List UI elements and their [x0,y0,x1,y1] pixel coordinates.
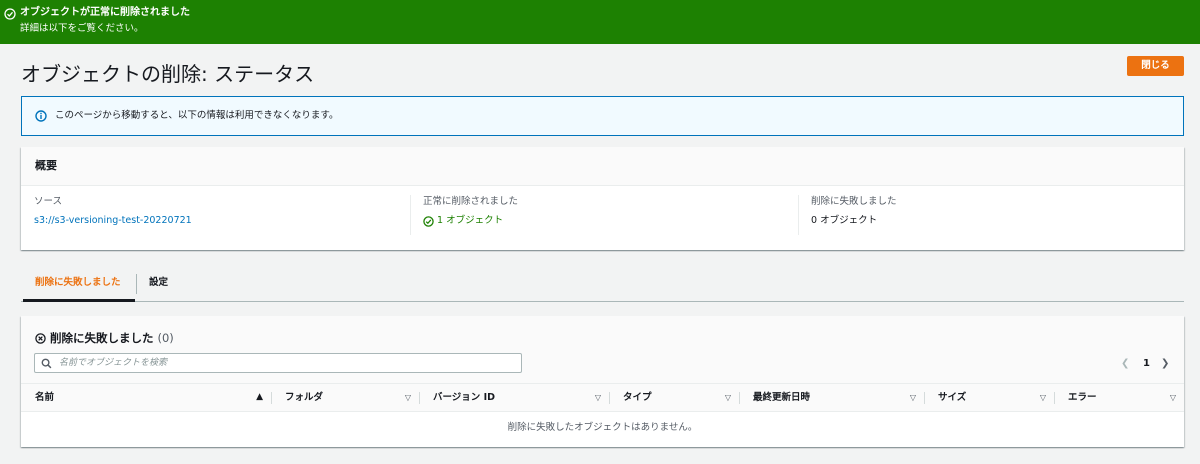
summary-card: 概要 ソース s3://s3-versioning-test-20220721 … [21,147,1184,250]
sort-icon: ▽ [724,393,731,402]
column-header-folder[interactable]: フォルダ ▽ [271,384,419,411]
failed-label: 削除に失敗しました [811,196,897,207]
source-label: ソース [34,196,63,207]
search-icon [41,358,52,369]
page-title: オブジェクトの削除: ステータス [21,62,315,86]
sort-ascending-icon: ▲ [256,392,263,402]
sort-icon: ▽ [909,393,916,402]
sort-icon: ▽ [1039,393,1046,402]
check-circle-icon [4,8,16,20]
success-flash-banner: オブジェクトが正常に削除されました 詳細は以下をご覧ください。 [0,0,1200,44]
search-input[interactable] [57,356,507,370]
info-icon [35,110,47,122]
summary-header: 概要 [21,147,1184,186]
source-link[interactable]: s3://s3-versioning-test-20220721 [34,215,192,226]
success-label: 正常に削除されました [423,196,519,207]
object-search[interactable] [34,353,522,373]
empty-table-message: 削除に失敗したオブジェクトはありません。 [507,422,698,433]
column-header-last-modified[interactable]: 最終更新日時 ▽ [739,384,924,411]
column-header-version-id[interactable]: バージョン ID ▽ [419,384,609,411]
summary-title: 概要 [35,159,57,172]
failed-table-title-text: 削除に失敗しました [50,331,154,345]
failed-column: 削除に失敗しました 0 オブジェクト [798,195,1178,235]
tab-settings[interactable]: 設定 [136,274,180,294]
tab-failed[interactable]: 削除に失敗しました [23,268,135,302]
info-alert: このページから移動すると、以下の情報は利用できなくなります。 [21,96,1184,136]
info-text: このページから移動すると、以下の情報は利用できなくなります。 [55,110,339,121]
success-check-icon [423,215,434,227]
error-x-icon [35,332,46,344]
page-number[interactable]: 1 [1143,357,1150,371]
success-column: 正常に削除されました 1 オブジェクト [410,195,798,235]
column-header-name[interactable]: 名前 ▲ [21,384,271,411]
flash-title: オブジェクトが正常に削除されました [20,7,190,18]
sort-icon: ▽ [1169,393,1176,402]
failed-count: 0 オブジェクト [811,215,878,226]
sort-icon: ▽ [594,393,601,402]
table-header-row: 名前 ▲ フォルダ ▽ バージョン ID ▽ タイプ ▽ 最終更新日時 ▽ サイ… [21,383,1184,412]
failed-table-count: (0) [157,331,174,345]
failed-table-card: 削除に失敗しました (0) ❮ 1 ❯ 名前 ▲ フォルダ ▽ バージョン ID… [21,316,1184,447]
failed-table-title: 削除に失敗しました (0) [35,330,174,346]
column-header-type[interactable]: タイプ ▽ [609,384,739,411]
source-column: ソース s3://s3-versioning-test-20220721 [34,195,409,235]
tab-bar: 削除に失敗しました 設定 [21,268,1184,302]
column-header-size[interactable]: サイズ ▽ [924,384,1054,411]
next-page-button[interactable]: ❯ [1161,357,1169,371]
close-button[interactable]: 閉じる [1127,56,1184,76]
sort-icon: ▽ [404,393,411,402]
flash-subtitle: 詳細は以下をご覧ください。 [20,23,144,34]
column-header-error[interactable]: エラー ▽ [1054,384,1184,411]
prev-page-button[interactable]: ❮ [1121,357,1129,371]
success-count: 1 オブジェクト [437,215,504,226]
